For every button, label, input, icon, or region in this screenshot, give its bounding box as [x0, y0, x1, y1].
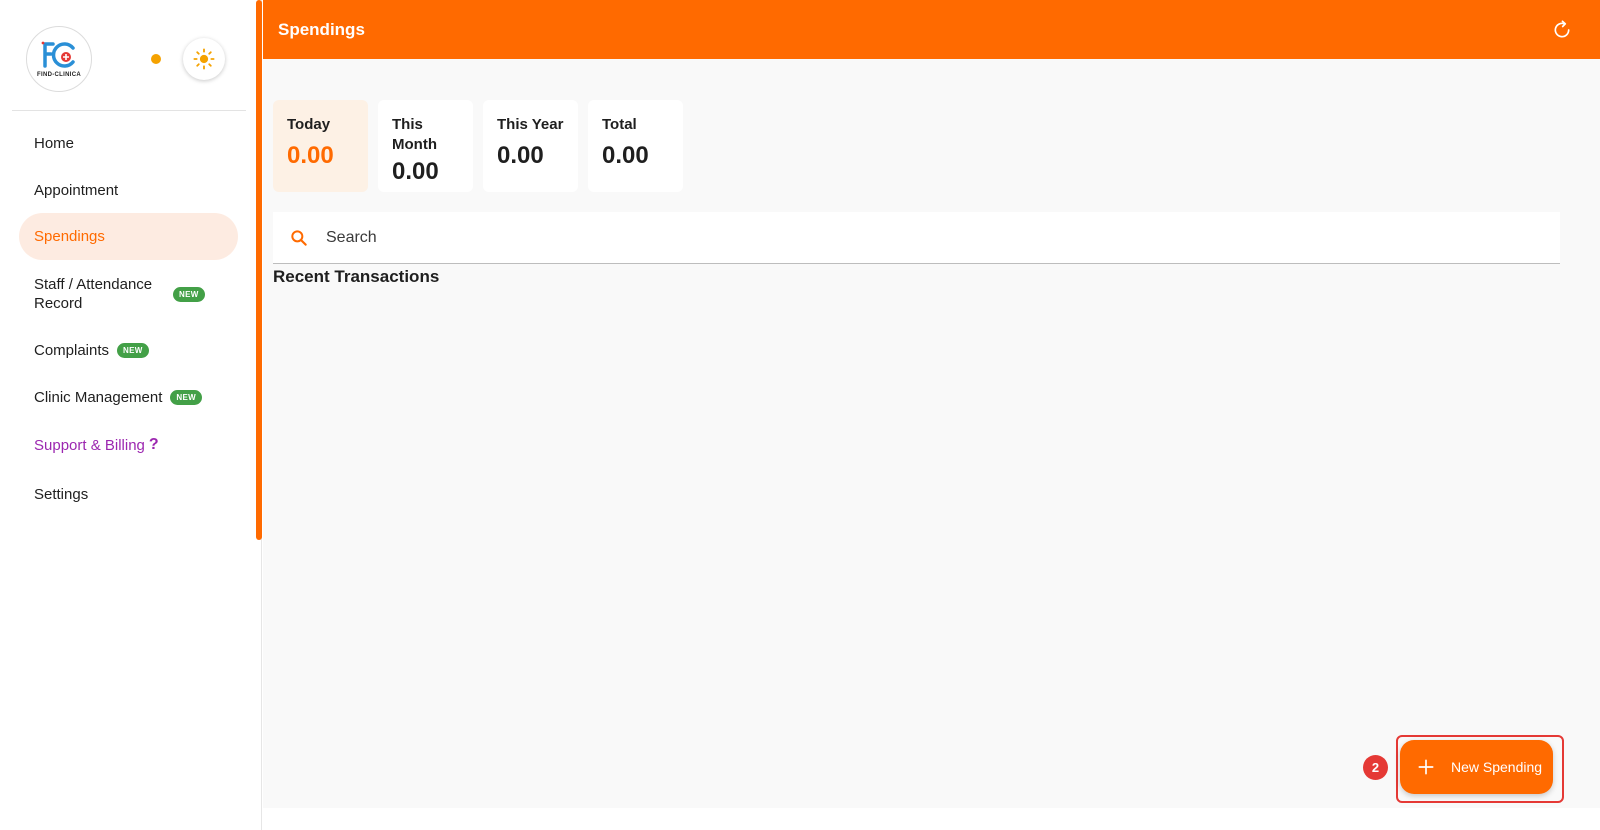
sidebar-item-complaints[interactable]: Complaints NEW: [19, 327, 238, 373]
card-label: This Year: [497, 116, 564, 133]
sidebar: FIND-CLINICA Home Appointment Spendings …: [0, 0, 262, 830]
card-label: This Month: [392, 116, 437, 153]
sidebar-item-label: Home: [34, 134, 75, 152]
card-label: Total: [602, 116, 637, 133]
card-label: Today: [287, 116, 331, 133]
summary-card-today[interactable]: Today 0.00: [273, 100, 368, 192]
new-spending-label: New Spending: [1451, 759, 1543, 775]
new-badge: NEW: [170, 389, 202, 405]
brand-area: FIND-CLINICA: [12, 0, 246, 111]
sidebar-item-support-billing[interactable]: Support & Billing ?: [19, 422, 238, 468]
sidebar-item-staff-attendance[interactable]: Staff / Attendance Record NEW: [19, 265, 238, 323]
card-value: 0.00: [392, 158, 439, 185]
clinic-logo-icon: [41, 41, 75, 68]
status-dot: [151, 54, 161, 64]
sidebar-item-label: Settings: [34, 485, 89, 503]
sidebar-item-label: Staff / Attendance Record: [34, 276, 153, 312]
page-title: Spendings: [278, 19, 365, 39]
sidebar-item-appointment[interactable]: Appointment: [19, 167, 238, 213]
search-input[interactable]: [326, 228, 1476, 247]
summary-card-this-year[interactable]: This Year 0.00: [483, 100, 578, 192]
sidebar-item-home[interactable]: Home: [19, 120, 238, 166]
card-value: 0.00: [287, 142, 334, 169]
theme-toggle-button[interactable]: [183, 38, 225, 80]
card-value: 0.00: [497, 142, 544, 169]
app: FIND-CLINICA Home Appointment Spendings …: [0, 0, 1600, 830]
app-header: Spendings: [263, 0, 1600, 59]
search-bar: [273, 212, 1560, 264]
refresh-icon: [1554, 20, 1570, 38]
sun-icon: [193, 48, 215, 70]
plus-icon: [1418, 759, 1434, 775]
search-icon: [291, 229, 307, 246]
sidebar-item-label: Support & Billing: [34, 436, 145, 454]
main-content: Today 0.00 This Month 0.00 This Year 0.0…: [263, 59, 1600, 808]
step-badge: 2: [1363, 755, 1388, 780]
new-spending-button[interactable]: New Spending: [1400, 740, 1553, 794]
help-icon: ?: [148, 436, 159, 453]
sidebar-item-spendings[interactable]: Spendings: [19, 213, 238, 260]
sidebar-item-label: Complaints: [34, 341, 110, 359]
summary-card-this-month[interactable]: This Month 0.00: [378, 100, 473, 192]
summary-card-total[interactable]: Total 0.00: [588, 100, 683, 192]
new-badge: NEW: [173, 286, 205, 302]
sidebar-item-clinic-management[interactable]: Clinic Management NEW: [19, 374, 238, 420]
sidebar-item-label: Clinic Management: [34, 388, 163, 406]
sidebar-item-label: Appointment: [34, 181, 119, 199]
sidebar-scrollbar[interactable]: [256, 0, 262, 540]
refresh-button[interactable]: [1551, 19, 1573, 41]
sidebar-item-label: Spendings: [34, 228, 105, 245]
new-badge: NEW: [117, 342, 149, 358]
recent-transactions-title: Recent Transactions: [273, 267, 440, 286]
sidebar-item-settings[interactable]: Settings: [19, 471, 238, 517]
logo-text: FIND-CLINICA: [37, 72, 81, 78]
logo[interactable]: FIND-CLINICA: [26, 26, 92, 92]
card-value: 0.00: [602, 142, 649, 169]
